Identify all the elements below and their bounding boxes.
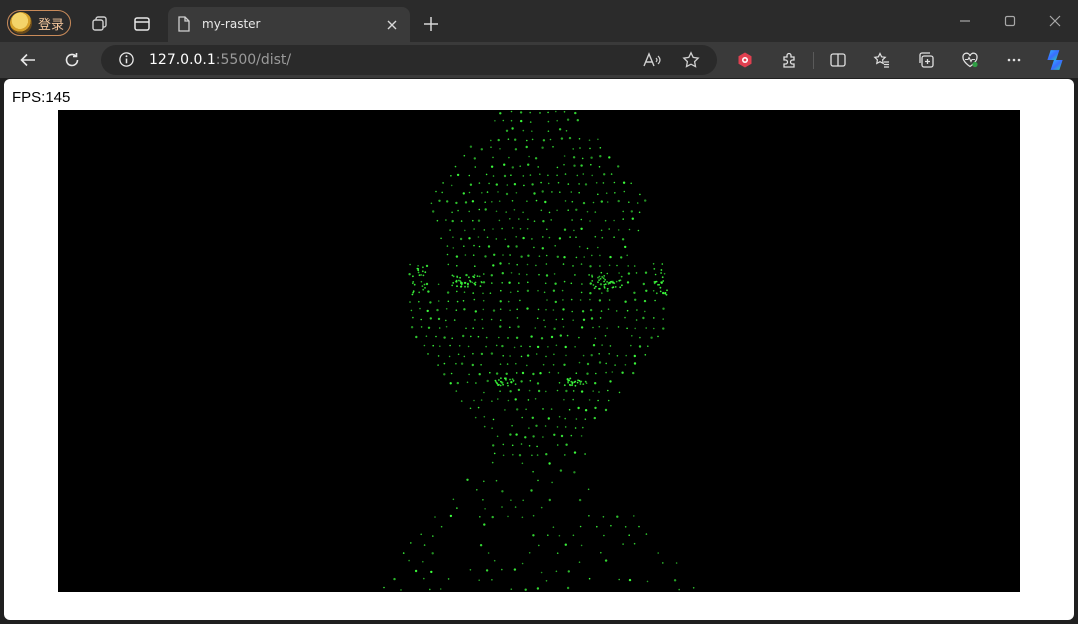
maximize-icon bbox=[1004, 15, 1016, 27]
fps-counter: FPS:145 bbox=[12, 89, 71, 106]
url-text[interactable]: 127.0.0.1:5500/dist/ bbox=[149, 52, 291, 68]
close-icon bbox=[387, 20, 397, 30]
extension-hex-icon bbox=[738, 52, 752, 68]
copilot-icon bbox=[1047, 50, 1063, 70]
browser-essentials-icon bbox=[962, 52, 978, 68]
tab-title: my-raster bbox=[202, 17, 261, 31]
toolbar-divider bbox=[813, 52, 814, 69]
favorites-button[interactable] bbox=[867, 45, 897, 75]
render-canvas[interactable] bbox=[58, 110, 1020, 592]
minimize-button[interactable] bbox=[950, 6, 980, 36]
extensions-button[interactable] bbox=[774, 45, 804, 75]
maximize-button[interactable] bbox=[995, 6, 1025, 36]
point-cloud bbox=[383, 110, 695, 591]
browser-essentials-button[interactable] bbox=[955, 45, 985, 75]
minimize-icon bbox=[960, 20, 970, 22]
collections-button[interactable] bbox=[911, 45, 941, 75]
plus-icon bbox=[424, 17, 438, 31]
read-aloud-icon[interactable] bbox=[642, 51, 661, 73]
tab-close-button[interactable] bbox=[382, 15, 402, 35]
active-tab[interactable]: my-raster bbox=[168, 7, 410, 42]
workspaces-button[interactable] bbox=[85, 9, 115, 39]
tab-strip: 登录 my-raster bbox=[0, 0, 1078, 42]
back-icon bbox=[20, 53, 35, 67]
refresh-icon bbox=[65, 53, 79, 67]
more-button[interactable] bbox=[999, 45, 1029, 75]
new-tab-button[interactable] bbox=[416, 9, 446, 39]
page-viewport: FPS:145 bbox=[4, 79, 1074, 620]
url-host: 127.0.0.1 bbox=[149, 52, 216, 68]
vertical-tabs-button[interactable] bbox=[127, 9, 157, 39]
collections-icon bbox=[919, 52, 934, 68]
close-icon bbox=[1049, 15, 1061, 27]
more-icon bbox=[1007, 58, 1021, 62]
back-button[interactable] bbox=[13, 45, 43, 75]
workspaces-icon bbox=[92, 16, 107, 31]
favorite-star-icon[interactable] bbox=[682, 51, 700, 73]
extension-button[interactable] bbox=[730, 45, 760, 75]
split-screen-button[interactable] bbox=[823, 45, 853, 75]
extensions-puzzle-icon bbox=[783, 52, 795, 68]
address-bar[interactable]: 127.0.0.1:5500/dist/ bbox=[101, 45, 717, 75]
copilot-button[interactable] bbox=[1040, 45, 1070, 75]
profile-label: 登录 bbox=[38, 17, 65, 33]
info-icon[interactable] bbox=[118, 51, 135, 72]
navigation-toolbar: 127.0.0.1:5500/dist/ bbox=[0, 42, 1078, 78]
url-path: :5500/dist/ bbox=[215, 52, 292, 68]
tab-actions-icon bbox=[134, 17, 150, 31]
refresh-button[interactable] bbox=[57, 45, 87, 75]
avatar bbox=[10, 12, 32, 34]
page-icon bbox=[177, 16, 191, 36]
favorites-icon bbox=[873, 52, 889, 68]
split-screen-icon bbox=[830, 53, 846, 67]
profile-button[interactable]: 登录 bbox=[7, 10, 71, 36]
close-window-button[interactable] bbox=[1040, 6, 1070, 36]
